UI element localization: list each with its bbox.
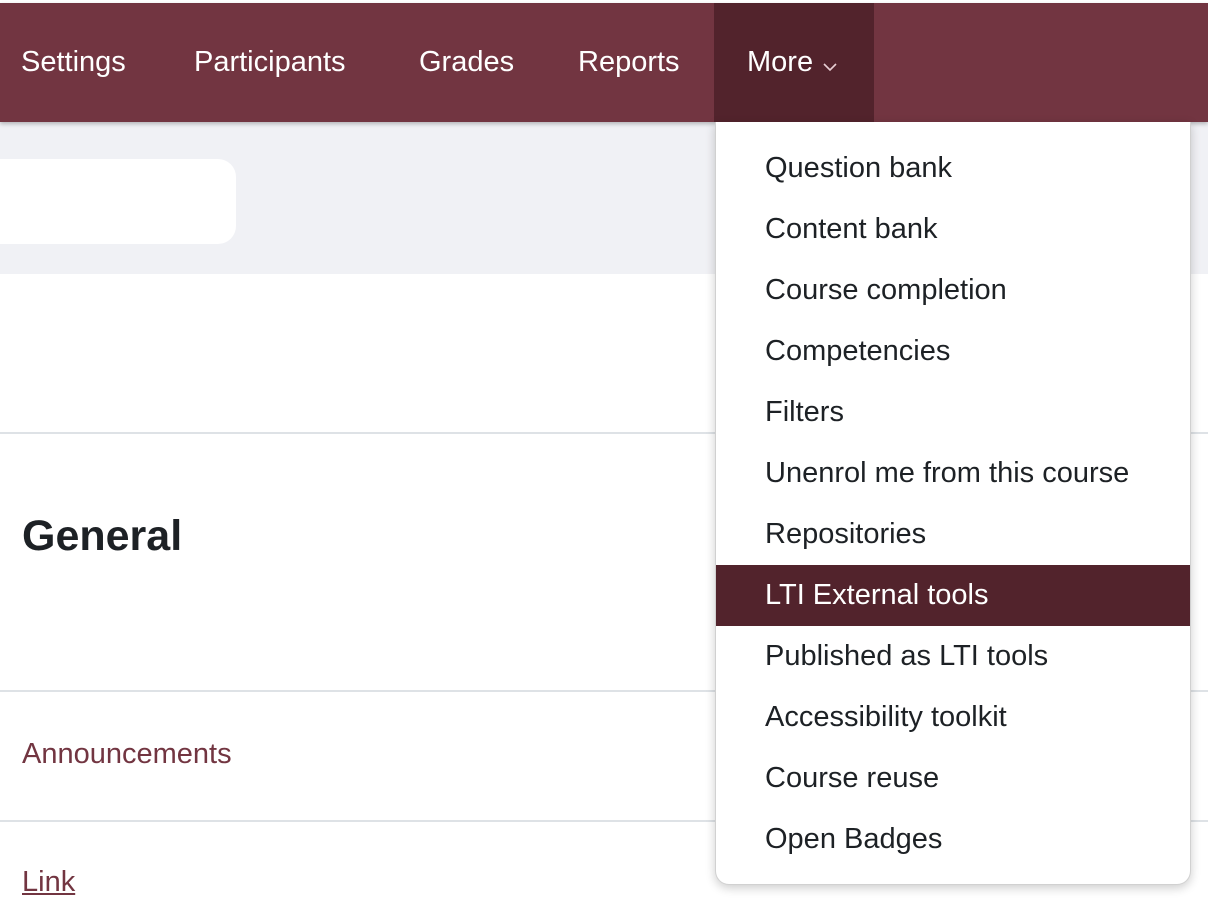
menu-item-course-reuse[interactable]: Course reuse bbox=[716, 748, 1190, 809]
menu-item-accessibility-toolkit[interactable]: Accessibility toolkit bbox=[716, 687, 1190, 748]
tab-grades[interactable]: Grades bbox=[419, 3, 514, 122]
menu-item-lti-external-tools[interactable]: LTI External tools bbox=[716, 565, 1190, 626]
menu-item-unenrol[interactable]: Unenrol me from this course bbox=[716, 443, 1190, 504]
chevron-down-icon bbox=[823, 47, 837, 80]
secondary-navigation: Settings Participants Grades Reports Mor… bbox=[0, 3, 1208, 122]
menu-item-filters[interactable]: Filters bbox=[716, 382, 1190, 443]
more-label: More bbox=[747, 46, 814, 78]
header-search-field[interactable] bbox=[0, 159, 236, 244]
menu-item-competencies[interactable]: Competencies bbox=[716, 321, 1190, 382]
menu-item-question-bank[interactable]: Question bank bbox=[716, 138, 1190, 199]
more-dropdown-menu: Question bank Content bank Course comple… bbox=[715, 122, 1191, 885]
menu-item-course-completion[interactable]: Course completion bbox=[716, 260, 1190, 321]
menu-item-repositories[interactable]: Repositories bbox=[716, 504, 1190, 565]
tab-settings[interactable]: Settings bbox=[21, 3, 126, 122]
more-menu-toggle[interactable]: More bbox=[714, 3, 874, 122]
activity-link-announcements[interactable]: Announcements bbox=[22, 738, 232, 771]
tab-participants[interactable]: Participants bbox=[194, 3, 346, 122]
section-title: General bbox=[22, 511, 183, 560]
tab-reports[interactable]: Reports bbox=[578, 3, 680, 122]
activity-link-link[interactable]: Link bbox=[22, 866, 75, 899]
menu-item-open-badges[interactable]: Open Badges bbox=[716, 809, 1190, 870]
menu-item-published-as-lti-tools[interactable]: Published as LTI tools bbox=[716, 626, 1190, 687]
menu-item-content-bank[interactable]: Content bank bbox=[716, 199, 1190, 260]
